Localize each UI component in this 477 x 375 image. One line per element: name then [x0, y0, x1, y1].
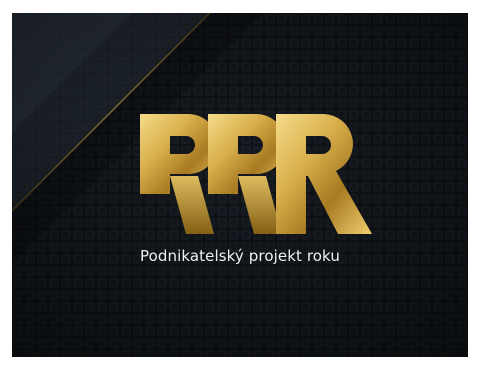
ppr-logo: [140, 114, 372, 234]
ppr-monogram-icon: [140, 114, 372, 234]
banner: Podnikatelský projekt roku: [12, 13, 468, 357]
tagline: Podnikatelský projekt roku: [139, 247, 340, 265]
